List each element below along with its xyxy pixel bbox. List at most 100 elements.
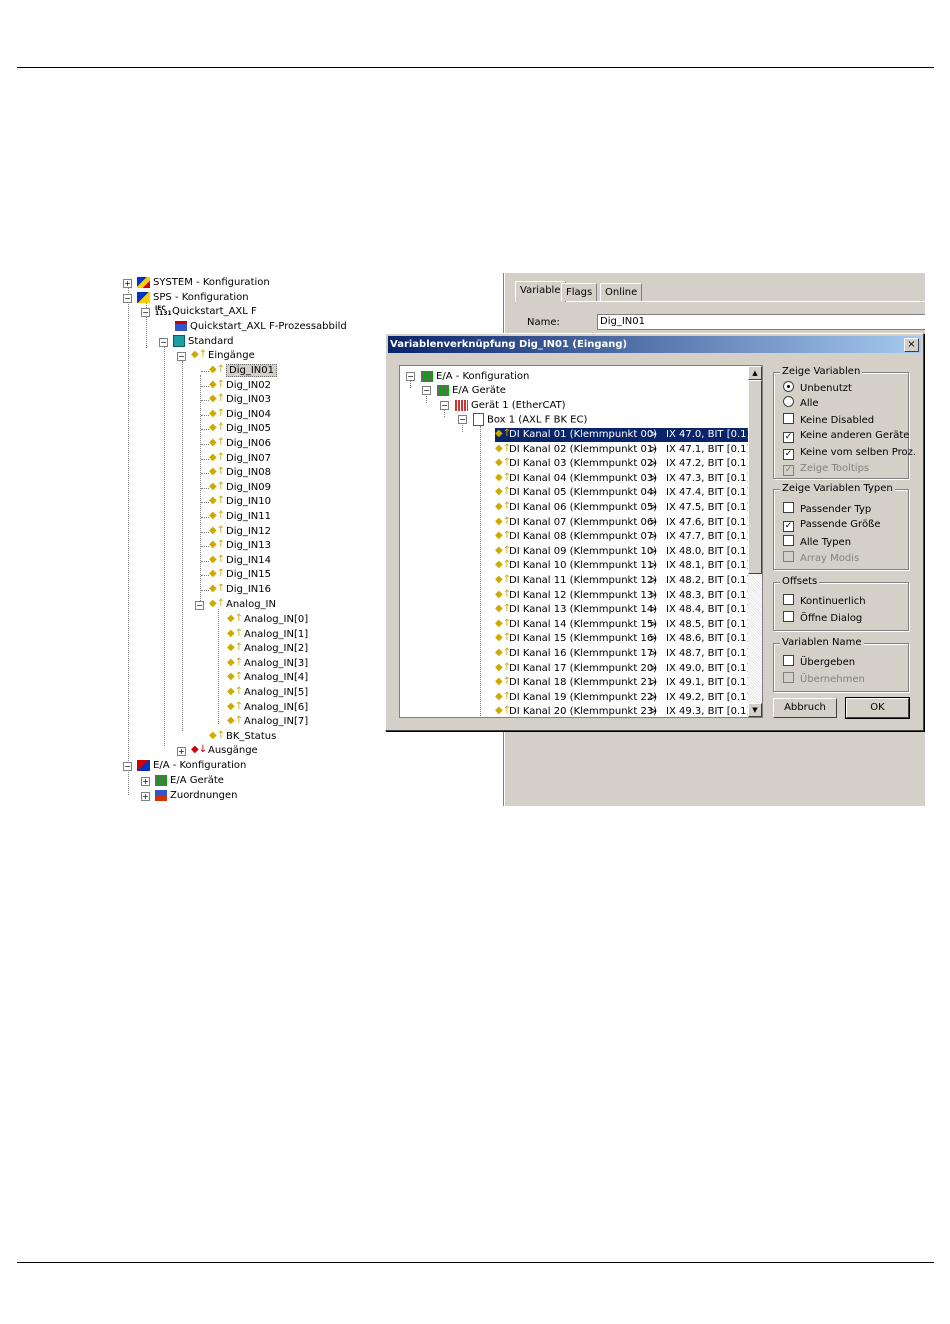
- channel-row[interactable]: ◆↑DI Kanal 05 (Klemmpunkt 04)> IX 47.4, B…: [495, 486, 750, 500]
- list-geraet1[interactable]: − Gerät 1 (EtherCAT): [440, 399, 566, 413]
- channel-row[interactable]: ◆↑DI Kanal 19 (Klemmpunkt 22)> IX 49.2, B…: [495, 691, 750, 705]
- tree-zuordnungen[interactable]: + Zuordnungen: [141, 789, 237, 803]
- channel-row[interactable]: ◆↑DI Kanal 01 (Klemmpunkt 00)> IX 47.0, B…: [495, 428, 751, 442]
- checkbox-passende-groesse[interactable]: ✓ Passende Größe: [783, 518, 881, 532]
- channel-row[interactable]: ◆↑DI Kanal 15 (Klemmpunkt 16)> IX 48.6, B…: [495, 632, 750, 646]
- name-field[interactable]: Dig_IN01: [597, 314, 925, 330]
- checkbox-keine-anderen[interactable]: ✓ Keine anderen Geräte: [783, 429, 909, 443]
- tree-standard[interactable]: − Standard: [159, 335, 234, 349]
- radio-unbenutzt[interactable]: Unbenutzt: [783, 381, 852, 395]
- expand-icon[interactable]: +: [177, 747, 186, 756]
- tree-ausgaenge[interactable]: + ◆↓Ausgänge: [177, 744, 258, 758]
- checkbox-passender-typ[interactable]: Passender Typ: [783, 502, 871, 516]
- tree-dig-in-item[interactable]: ◆↑Dig_IN06: [209, 437, 271, 451]
- collapse-icon[interactable]: −: [177, 352, 186, 361]
- scroll-up-icon[interactable]: ▲: [748, 366, 762, 380]
- tree-eingaenge[interactable]: − ◆↑Eingänge: [177, 349, 255, 363]
- list-box1[interactable]: − Box 1 (AXL F BK EC): [458, 413, 587, 427]
- collapse-icon[interactable]: −: [159, 338, 168, 347]
- tree-dig-in-item[interactable]: ◆↑Dig_IN16: [209, 583, 271, 597]
- list-ea-geraete[interactable]: − E/A Geräte: [422, 384, 506, 398]
- cancel-button[interactable]: Abbruch: [773, 698, 837, 718]
- tree-dig-in-item[interactable]: ◆↑Dig_IN08: [209, 466, 271, 480]
- tree-dig-in-item[interactable]: ◆↑Dig_IN13: [209, 539, 271, 553]
- channel-row[interactable]: ◆↑DI Kanal 10 (Klemmpunkt 11)> IX 48.1, B…: [495, 559, 750, 573]
- channel-row[interactable]: ◆↑DI Kanal 09 (Klemmpunkt 10)> IX 48.0, B…: [495, 545, 750, 559]
- collapse-icon[interactable]: −: [422, 385, 431, 395]
- tree-dig-in-item[interactable]: ◆↑Dig_IN12: [209, 525, 271, 539]
- tree-dig-in-item[interactable]: ◆↑Dig_IN15: [209, 568, 271, 582]
- channel-row[interactable]: ◆↑DI Kanal 06 (Klemmpunkt 05)> IX 47.5, B…: [495, 501, 750, 515]
- channel-row[interactable]: ◆↑DI Kanal 18 (Klemmpunkt 21)> IX 49.1, B…: [495, 676, 750, 690]
- checkbox-kontinuierlich[interactable]: Kontinuerlich: [783, 594, 866, 608]
- tree-ea-konfig[interactable]: − E/A - Konfiguration: [123, 759, 246, 773]
- collapse-icon[interactable]: −: [123, 294, 132, 303]
- tree-bk-status[interactable]: ◆↑BK_Status: [209, 730, 276, 744]
- list-scrollbar[interactable]: ▲ ▼: [748, 366, 762, 717]
- collapse-icon[interactable]: −: [406, 371, 415, 381]
- channel-row[interactable]: ◆↑DI Kanal 03 (Klemmpunkt 02)> IX 47.2, B…: [495, 457, 750, 471]
- checkbox-uebergeben[interactable]: Übergeben: [783, 655, 855, 669]
- tree-dig-in-item[interactable]: ◆↑Dig_IN02: [209, 379, 271, 393]
- checkbox-keine-disabled[interactable]: Keine Disabled: [783, 413, 874, 427]
- channel-row[interactable]: ◆↑DI Kanal 17 (Klemmpunkt 20)> IX 49.0, B…: [495, 662, 750, 676]
- tree-system[interactable]: + SYSTEM - Konfiguration: [123, 276, 270, 290]
- tree-quickstart[interactable]: − IEC 1131Quickstart_AXL F: [141, 305, 257, 319]
- radio-alle[interactable]: Alle: [783, 396, 819, 410]
- channel-row[interactable]: ◆↑DI Kanal 13 (Klemmpunkt 14)> IX 48.4, B…: [495, 603, 750, 617]
- expand-icon[interactable]: +: [123, 279, 132, 288]
- channel-row[interactable]: ◆↑DI Kanal 07 (Klemmpunkt 06)> IX 47.6, B…: [495, 516, 750, 530]
- tree-dig-in-item[interactable]: ◆↑Dig_IN10: [209, 495, 271, 509]
- close-icon[interactable]: ×: [904, 338, 919, 352]
- checkmark-icon: ✓: [783, 465, 794, 476]
- tree-dig-in-item[interactable]: ◆↑Dig_IN09: [209, 481, 271, 495]
- scroll-thumb[interactable]: [748, 380, 762, 574]
- channel-row[interactable]: ◆↑DI Kanal 11 (Klemmpunkt 12)> IX 48.2, B…: [495, 574, 750, 588]
- channel-row[interactable]: ◆↑DI Kanal 04 (Klemmpunkt 03)> IX 47.3, B…: [495, 472, 750, 486]
- variable-list[interactable]: − E/A - Konfiguration − E/A Geräte − Gerät …: [399, 365, 763, 718]
- scroll-down-icon[interactable]: ▼: [748, 703, 762, 717]
- tree-analog-item[interactable]: ◆↑Analog_IN[5]: [227, 686, 308, 700]
- checkbox-keine-selben[interactable]: ✓ Keine vom selben Proz.: [783, 446, 916, 460]
- tree-dig-in-item[interactable]: ◆↑Dig_IN11: [209, 510, 271, 524]
- tree-dig-in-item[interactable]: ◆↑Dig_IN04: [209, 408, 271, 422]
- tree-analog-item[interactable]: ◆↑Analog_IN[4]: [227, 671, 308, 685]
- expand-icon[interactable]: +: [141, 792, 150, 801]
- checkbox-alle-typen[interactable]: Alle Typen: [783, 535, 851, 549]
- tree-ea-geraete[interactable]: + E/A Geräte: [141, 774, 224, 788]
- channel-row[interactable]: ◆↑DI Kanal 16 (Klemmpunkt 17)> IX 48.7, B…: [495, 647, 750, 661]
- tree-dig-in-item[interactable]: ◆↑Dig_IN07: [209, 452, 271, 466]
- collapse-icon[interactable]: −: [123, 762, 132, 771]
- tree-dig-in-item[interactable]: ◆↑Dig_IN05: [209, 422, 271, 436]
- tree-analog-item[interactable]: ◆↑Analog_IN[3]: [227, 657, 308, 671]
- tree-dig-in-item[interactable]: ◆↑Dig_IN03: [209, 393, 271, 407]
- collapse-icon[interactable]: −: [440, 400, 449, 410]
- expand-icon[interactable]: +: [141, 777, 150, 786]
- tree-analog-item[interactable]: ◆↑Analog_IN[1]: [227, 628, 308, 642]
- checkbox-oeffne-dialog[interactable]: Öffne Dialog: [783, 611, 862, 625]
- tree-analog-item[interactable]: ◆↑Analog_IN[0]: [227, 613, 308, 627]
- collapse-icon[interactable]: −: [195, 601, 204, 610]
- tree-analog-in[interactable]: − ◆↑Analog_IN: [195, 598, 276, 612]
- tab-variable[interactable]: Variable: [515, 281, 566, 302]
- tree-dig-in-item[interactable]: ◆↑ Dig_IN01: [209, 364, 277, 378]
- tree-analog-item[interactable]: ◆↑Analog_IN[7]: [227, 715, 308, 729]
- tree-dig-in-item[interactable]: ◆↑Dig_IN14: [209, 554, 271, 568]
- tree-prozessabbild[interactable]: Quickstart_AXL F-Prozessabbild: [175, 320, 347, 334]
- channel-row[interactable]: ◆↑DI Kanal 08 (Klemmpunkt 07)> IX 47.7, B…: [495, 530, 750, 544]
- channel-row[interactable]: ◆↑DI Kanal 12 (Klemmpunkt 13)> IX 48.3, B…: [495, 589, 750, 603]
- list-ea-konfig[interactable]: − E/A - Konfiguration: [406, 370, 529, 384]
- channel-row[interactable]: ◆↑DI Kanal 02 (Klemmpunkt 01)> IX 47.1, B…: [495, 443, 750, 457]
- tree-analog-item[interactable]: ◆↑Analog_IN[6]: [227, 701, 308, 715]
- tree-analog-item[interactable]: ◆↑Analog_IN[2]: [227, 642, 308, 656]
- tab-online[interactable]: Online: [600, 283, 643, 301]
- channel-row[interactable]: ◆↑DI Kanal 20 (Klemmpunkt 23)> IX 49.3, B…: [495, 705, 750, 717]
- tree-sps[interactable]: − SPS - Konfiguration: [123, 291, 249, 305]
- collapse-icon[interactable]: −: [141, 308, 150, 317]
- ok-button[interactable]: OK: [845, 697, 910, 719]
- tab-flags[interactable]: Flags: [561, 283, 598, 301]
- collapse-icon[interactable]: −: [458, 415, 467, 424]
- channel-row[interactable]: ◆↑DI Kanal 14 (Klemmpunkt 15)> IX 48.5, B…: [495, 618, 750, 632]
- tree-line: [201, 400, 209, 402]
- channel-arrow: >: [649, 531, 658, 543]
